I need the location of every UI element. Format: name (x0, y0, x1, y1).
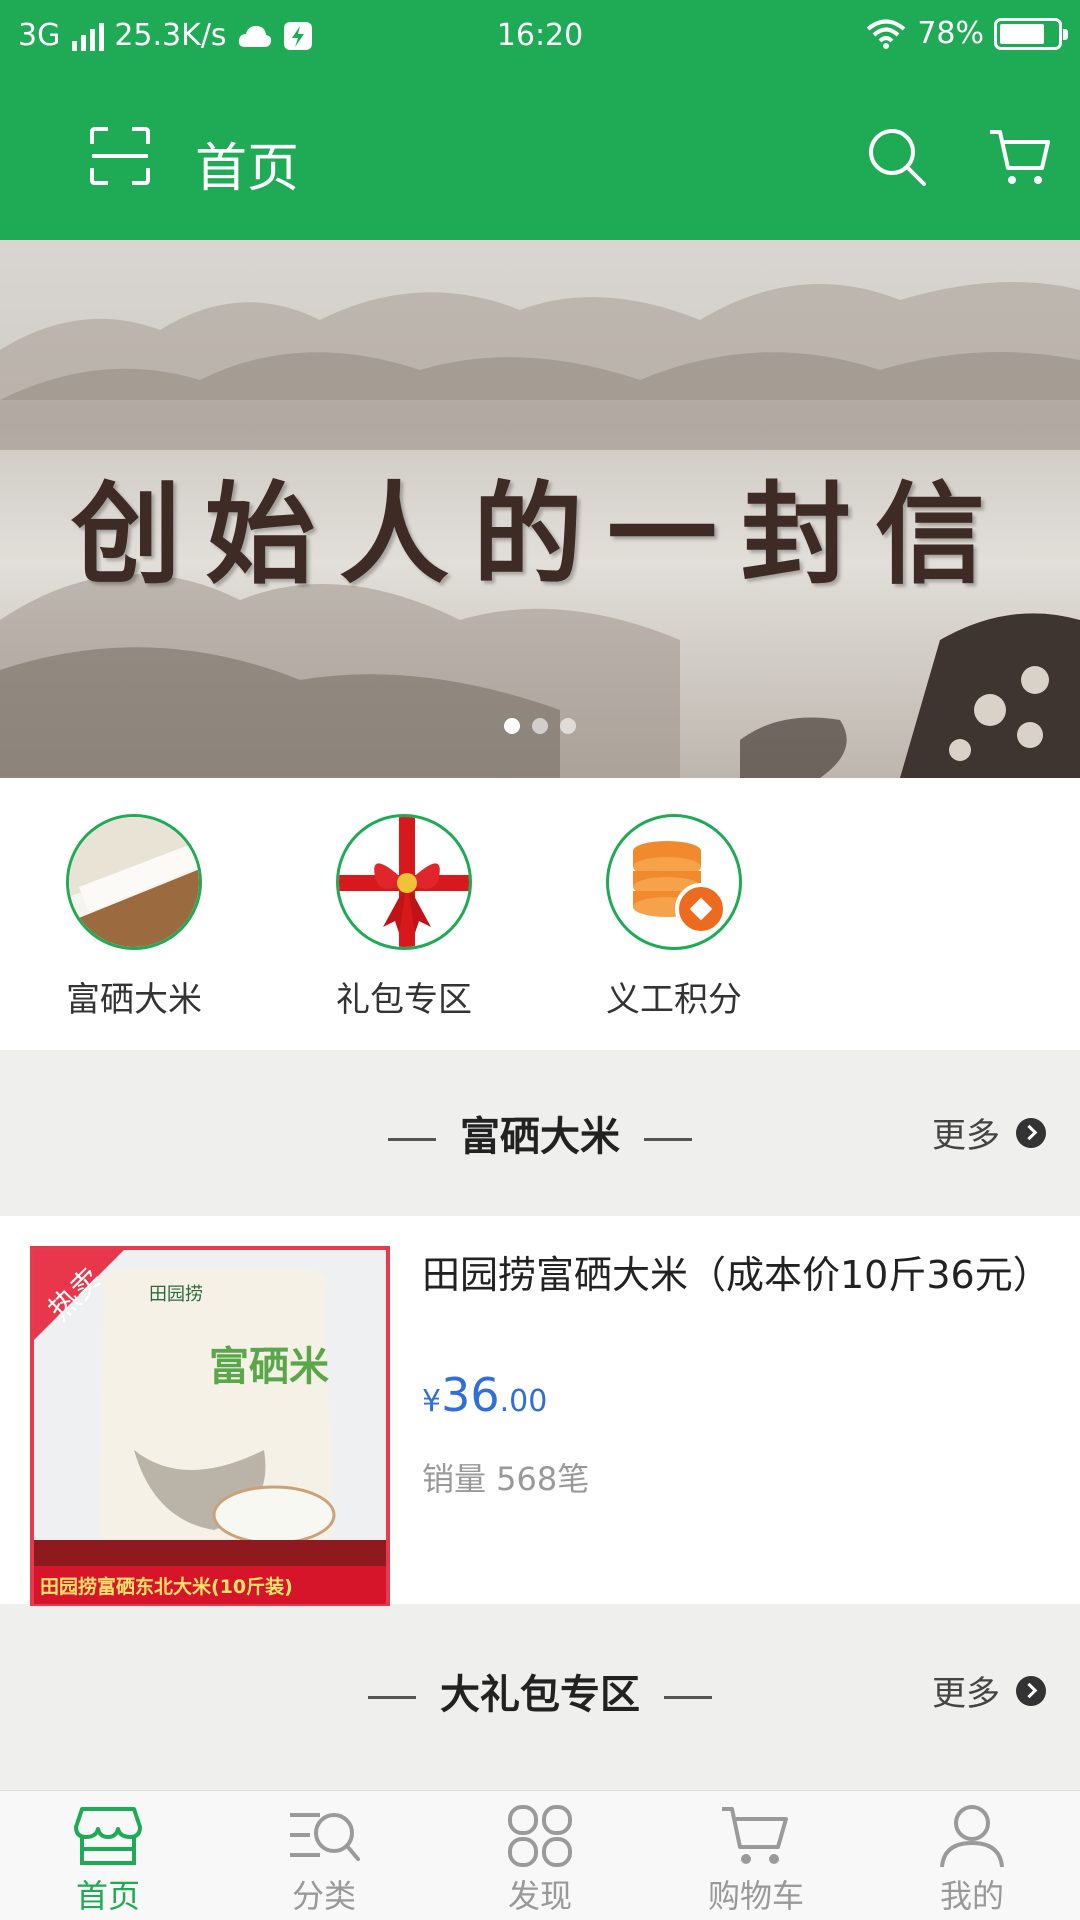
category-label: 礼包专区 (336, 980, 472, 1020)
image-caption: 田园捞富硒东北大米(10斤装) (40, 1575, 293, 1598)
product-image[interactable]: 热卖 田园捞 富硒米 田园捞富硒东北大米(10斤装) (30, 1246, 390, 1608)
bottom-tab-bar: 首页 分类 发现 购物车 我的 (0, 1790, 1080, 1920)
page-title: 首页 (195, 139, 300, 199)
more-button[interactable]: 更多 (932, 1666, 1046, 1715)
gift-bow-icon (336, 814, 472, 950)
promo-banner[interactable]: 创始人的一封信 (0, 240, 1080, 778)
brand-label: 田园捞 (149, 1284, 203, 1305)
status-bar: 3G 25.3K/s 16:20 78% (0, 0, 1080, 76)
more-label: 更多 (932, 1116, 1000, 1156)
more-label: 更多 (932, 1674, 1000, 1714)
cart-icon (722, 1807, 788, 1864)
category-label: 富硒大米 (66, 980, 202, 1020)
category-label: 义工积分 (606, 980, 742, 1020)
user-icon (940, 1805, 1004, 1868)
section-title: 富硒大米 (0, 1104, 1080, 1162)
tab-label: 发现 (507, 1877, 572, 1915)
header-cart-icon[interactable] (988, 126, 1052, 188)
category-shortcuts: 富硒大米 礼包专区 义工积分 (0, 778, 1080, 1050)
carousel-indicator[interactable] (0, 718, 1080, 734)
tab-profile[interactable]: 我的 (864, 1791, 1080, 1920)
store-icon (74, 1807, 142, 1865)
banner-headline: 创始人的一封信 (71, 470, 1009, 599)
category-points[interactable]: 义工积分 (584, 814, 764, 1021)
tab-home[interactable]: 首页 (0, 1791, 216, 1920)
category-gift[interactable]: 礼包专区 (314, 814, 494, 1021)
bag-text-1: 富硒米 (209, 1343, 329, 1390)
tab-label: 我的 (939, 1877, 1004, 1915)
tab-cart[interactable]: 购物车 (648, 1791, 864, 1920)
discover-grid-icon (508, 1805, 572, 1867)
product-name[interactable]: 田园捞富硒大米（成本价10斤36元） (422, 1250, 1051, 1300)
search-icon[interactable] (866, 126, 928, 188)
coins-icon (606, 814, 742, 950)
carousel-dot[interactable] (560, 718, 576, 734)
wifi-icon (867, 19, 906, 49)
top-header: 3G 25.3K/s 16:20 78% 首页 (0, 0, 1080, 240)
category-rice[interactable]: 富硒大米 (44, 814, 224, 1021)
battery-icon (994, 17, 1068, 50)
section-title: 大礼包专区 (0, 1662, 1080, 1720)
chevron-right-icon (1016, 1675, 1046, 1706)
more-button[interactable]: 更多 (932, 1108, 1046, 1157)
product-card[interactable]: 热卖 田园捞 富硒米 田园捞富硒东北大米(10斤装) 田园捞富硒大米（成本价10… (0, 1216, 1080, 1608)
rice-icon (66, 814, 202, 950)
category-search-icon (290, 1813, 360, 1861)
carousel-dot[interactable] (532, 718, 548, 734)
section-header-rice: 富硒大米 更多 (0, 1050, 1080, 1210)
tab-label: 购物车 (707, 1877, 804, 1915)
section-header-gift: 大礼包专区 更多 (0, 1606, 1080, 1790)
tab-discover[interactable]: 发现 (432, 1791, 648, 1920)
battery-percent: 78% (917, 16, 984, 51)
scan-icon[interactable] (88, 126, 152, 186)
tab-label: 分类 (291, 1877, 356, 1915)
product-sales: 销量 568笔 (422, 1460, 590, 1498)
tab-category[interactable]: 分类 (216, 1791, 432, 1920)
tab-label: 首页 (75, 1877, 140, 1915)
carousel-dot[interactable] (504, 718, 520, 734)
chevron-right-icon (1016, 1117, 1046, 1148)
product-price: ¥36.00 (422, 1368, 548, 1422)
